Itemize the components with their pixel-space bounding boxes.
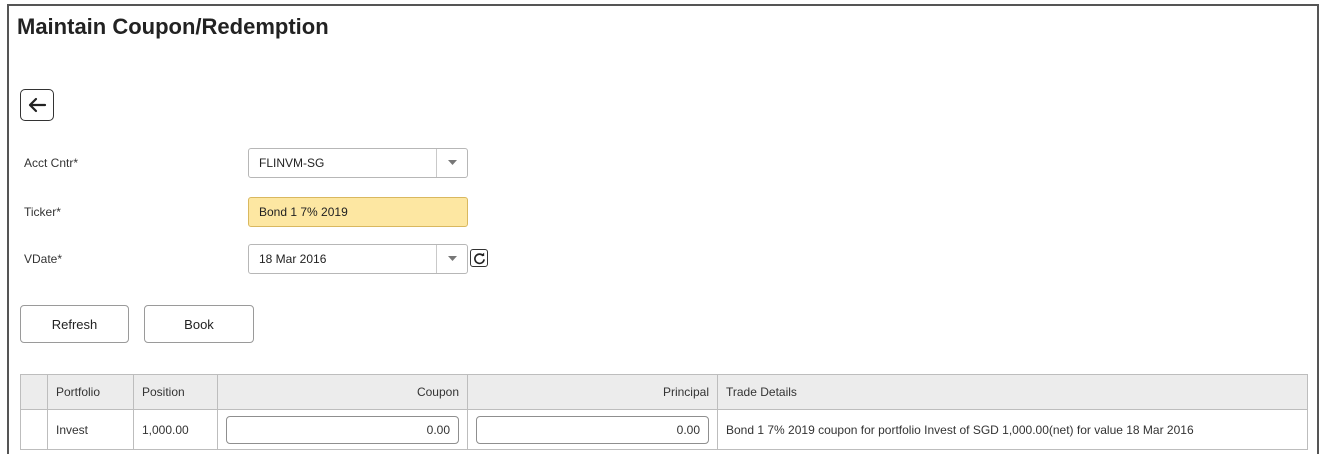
principal-cell: 0.00 (467, 409, 718, 450)
coupon-input[interactable]: 0.00 (226, 415, 459, 444)
reload-icon (473, 252, 485, 264)
acct-cntr-label: Acct Cntr* (24, 156, 79, 170)
chevron-down-icon (447, 256, 457, 261)
column-header-coupon: Coupon (217, 374, 468, 410)
vdate-reload-button[interactable] (470, 249, 488, 267)
coupon-table: Portfolio Position Coupon Principal Trad… (20, 374, 1308, 450)
vdate-select[interactable]: 18 Mar 2016 (248, 244, 468, 274)
chevron-down-icon (447, 160, 457, 165)
ticker-value: Bond 1 7% 2019 (259, 205, 348, 219)
table-row[interactable]: Invest 1,000.00 0.00 0.00 Bond 1 7% 2019… (20, 409, 1308, 450)
ticker-field[interactable]: Bond 1 7% 2019 (248, 197, 468, 227)
book-button[interactable]: Book (144, 305, 254, 343)
portfolio-cell: Invest (47, 409, 134, 450)
position-cell: 1,000.00 (133, 409, 218, 450)
refresh-button[interactable]: Refresh (20, 305, 129, 343)
page-title: Maintain Coupon/Redemption (17, 14, 329, 39)
vdate-label: VDate* (24, 252, 63, 266)
row-selector-cell[interactable] (20, 409, 48, 450)
coupon-cell: 0.00 (217, 409, 468, 450)
table-header-row: Portfolio Position Coupon Principal Trad… (20, 374, 1308, 410)
principal-input[interactable]: 0.00 (476, 415, 709, 444)
vdate-value: 18 Mar 2016 (259, 252, 327, 266)
acct-cntr-dropdown-button[interactable] (436, 149, 467, 177)
arrow-left-icon (28, 97, 47, 113)
acct-cntr-value: FLINVM-SG (259, 156, 325, 170)
column-header-portfolio: Portfolio (47, 374, 134, 410)
back-button[interactable] (20, 89, 54, 121)
column-header-trade-details: Trade Details (717, 374, 1308, 410)
column-header-principal: Principal (467, 374, 718, 410)
ticker-label: Ticker* (24, 205, 61, 219)
column-header-selector (20, 374, 48, 410)
vdate-dropdown-button[interactable] (436, 245, 467, 273)
trade-details-cell: Bond 1 7% 2019 coupon for portfolio Inve… (717, 409, 1308, 450)
column-header-position: Position (133, 374, 218, 410)
acct-cntr-select[interactable]: FLINVM-SG (248, 148, 468, 178)
